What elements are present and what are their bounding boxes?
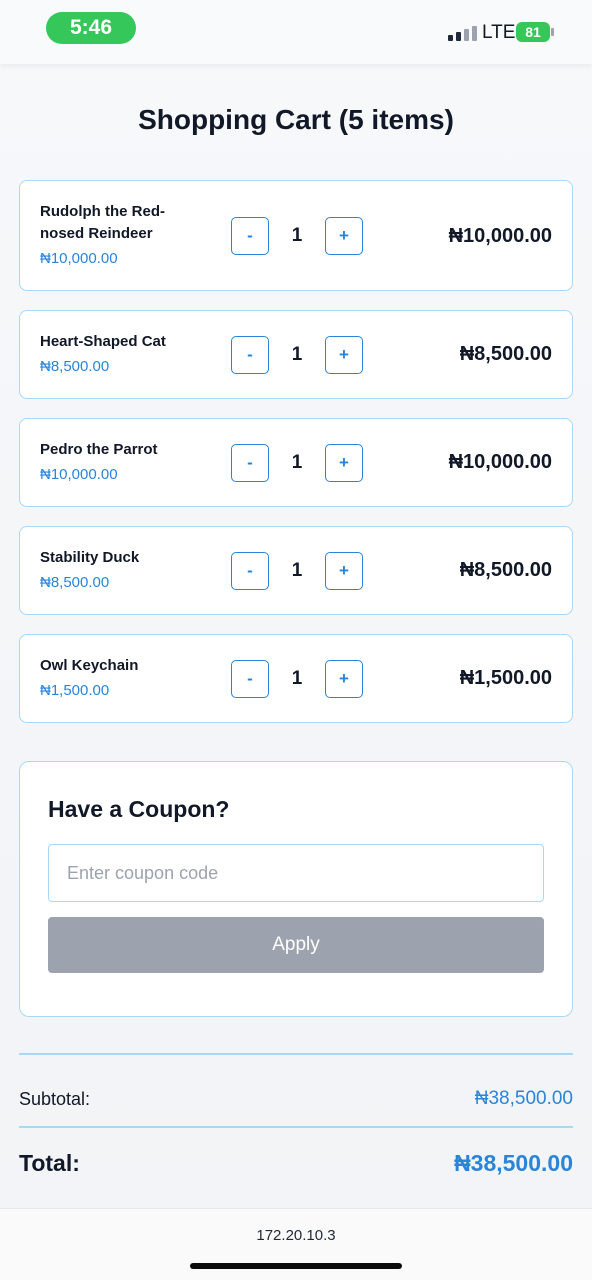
quantity-stepper: - 1 + xyxy=(231,552,363,590)
quantity-stepper: - 1 + xyxy=(231,336,363,374)
coupon-title: Have a Coupon? xyxy=(48,796,230,822)
network-label: LTE xyxy=(482,22,516,43)
page: 5:46 LTE 81 Shopping Cart (5 items) Rudo… xyxy=(0,0,592,1280)
increment-button[interactable]: + xyxy=(325,444,363,482)
decrement-button[interactable]: - xyxy=(231,552,269,590)
line-total: ₦1,500.00 xyxy=(459,667,552,689)
cart-list: Rudolph the Red-nosed Reindeer ₦10,000.0… xyxy=(19,180,573,742)
quantity-stepper: - 1 + xyxy=(231,660,363,698)
item-name: Owl Keychain xyxy=(40,657,139,674)
quantity-stepper: - 1 + xyxy=(231,217,363,255)
quantity-value: 1 xyxy=(291,225,303,246)
cart-item: Rudolph the Red-nosed Reindeer ₦10,000.0… xyxy=(19,180,573,291)
line-total: ₦8,500.00 xyxy=(459,559,552,581)
line-total: ₦8,500.00 xyxy=(459,343,552,365)
quantity-value: 1 xyxy=(291,560,303,581)
quantity-value: 1 xyxy=(291,344,303,365)
cart-item: Owl Keychain ₦1,500.00 - 1 + ₦1,500.00 xyxy=(19,634,573,723)
cart-item: Heart-Shaped Cat ₦8,500.00 - 1 + ₦8,500.… xyxy=(19,310,573,399)
item-name: Rudolph the Red-nosed Reindeer xyxy=(40,203,165,242)
divider xyxy=(19,1053,573,1055)
quantity-stepper: - 1 + xyxy=(231,444,363,482)
signal-icon xyxy=(448,26,477,41)
item-info: Owl Keychain ₦1,500.00 xyxy=(40,655,190,701)
coupon-input[interactable] xyxy=(48,844,544,902)
subtotal-row: Subtotal: ₦38,500.00 xyxy=(19,1088,573,1110)
item-info: Stability Duck ₦8,500.00 xyxy=(40,547,190,593)
increment-button[interactable]: + xyxy=(325,217,363,255)
subtotal-value: ₦38,500.00 xyxy=(474,1088,573,1109)
cart-item: Stability Duck ₦8,500.00 - 1 + ₦8,500.00 xyxy=(19,526,573,615)
increment-button[interactable]: + xyxy=(325,336,363,374)
item-unit-price: ₦10,000.00 xyxy=(40,466,118,483)
line-total: ₦10,000.00 xyxy=(448,451,552,473)
quantity-value: 1 xyxy=(291,452,303,473)
item-name: Stability Duck xyxy=(40,549,140,566)
battery-icon: 81 xyxy=(516,22,550,42)
status-bar: 5:46 LTE 81 xyxy=(0,0,592,64)
increment-button[interactable]: + xyxy=(325,552,363,590)
item-info: Pedro the Parrot ₦10,000.00 xyxy=(40,439,190,485)
home-indicator[interactable] xyxy=(190,1263,402,1269)
decrement-button[interactable]: - xyxy=(231,217,269,255)
item-name: Heart-Shaped Cat xyxy=(40,333,166,350)
total-label: Total: xyxy=(19,1150,80,1176)
line-total: ₦10,000.00 xyxy=(448,225,552,247)
item-unit-price: ₦8,500.00 xyxy=(40,358,110,375)
increment-button[interactable]: + xyxy=(325,660,363,698)
item-unit-price: ₦1,500.00 xyxy=(40,682,110,699)
battery-tip xyxy=(551,28,554,36)
total-value: ₦38,500.00 xyxy=(454,1150,573,1176)
url-text[interactable]: 172.20.10.3 xyxy=(0,1227,592,1244)
decrement-button[interactable]: - xyxy=(231,336,269,374)
browser-url-bar[interactable]: 172.20.10.3 xyxy=(0,1208,592,1280)
item-unit-price: ₦8,500.00 xyxy=(40,574,110,591)
decrement-button[interactable]: - xyxy=(231,660,269,698)
page-title: Shopping Cart (5 items) xyxy=(138,104,454,135)
item-unit-price: ₦10,000.00 xyxy=(40,250,118,267)
decrement-button[interactable]: - xyxy=(231,444,269,482)
total-row: Total: ₦38,500.00 xyxy=(19,1150,573,1177)
status-time: 5:46 xyxy=(46,12,136,44)
coupon-card: Have a Coupon? Apply xyxy=(19,761,573,1017)
item-info: Rudolph the Red-nosed Reindeer ₦10,000.0… xyxy=(40,201,190,269)
apply-button[interactable]: Apply xyxy=(48,917,544,973)
subtotal-label: Subtotal: xyxy=(19,1088,91,1109)
quantity-value: 1 xyxy=(291,668,303,689)
item-info: Heart-Shaped Cat ₦8,500.00 xyxy=(40,331,190,377)
item-name: Pedro the Parrot xyxy=(40,441,158,458)
cart-item: Pedro the Parrot ₦10,000.00 - 1 + ₦10,00… xyxy=(19,418,573,507)
divider xyxy=(19,1126,573,1128)
